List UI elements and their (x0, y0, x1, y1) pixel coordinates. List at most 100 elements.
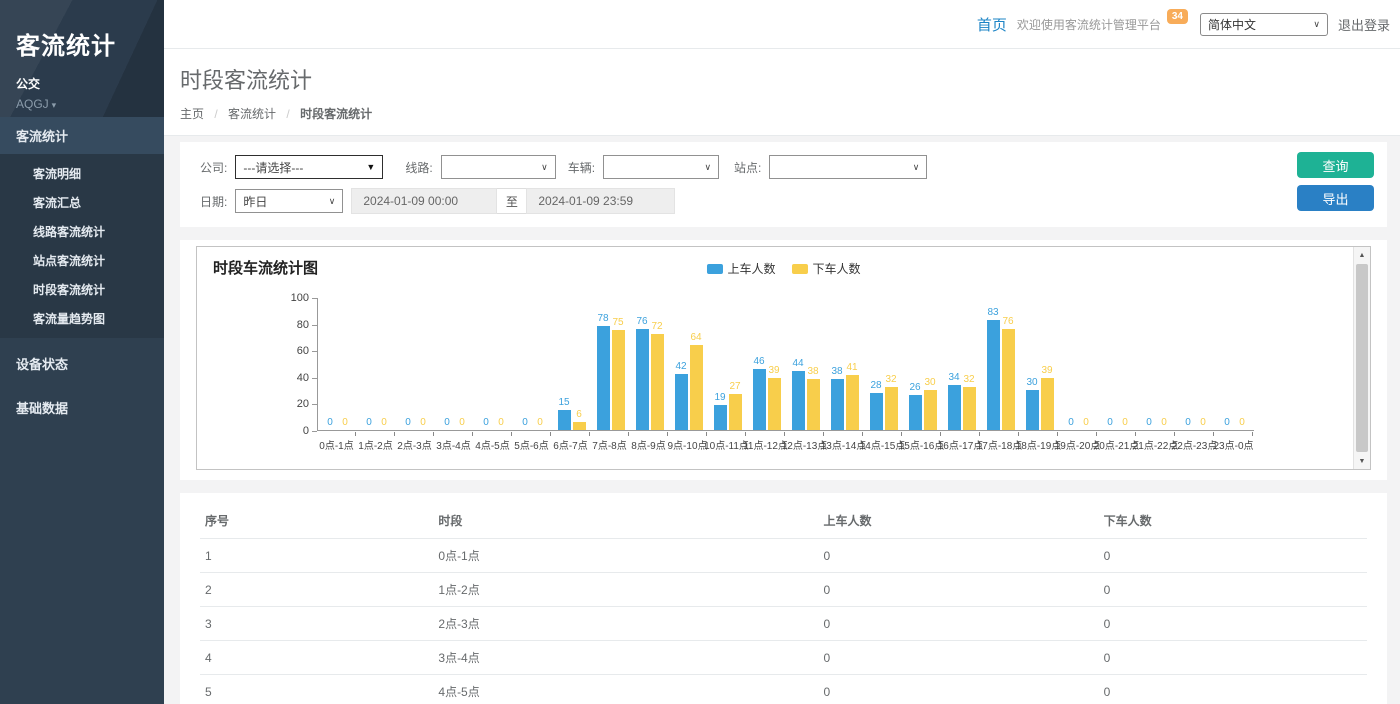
page-title: 时段客流统计 (180, 63, 1400, 95)
sidebar-section[interactable]: 客流统计 (0, 117, 164, 154)
scroll-up-arrow-icon[interactable]: ▲ (1354, 247, 1370, 263)
sidebar-subitem[interactable]: 客流量趋势图 (0, 304, 164, 333)
table-cell: 0 (1099, 675, 1367, 704)
table-row: 54点-5点00 (200, 675, 1367, 704)
x-axis-label: 0点-1点 (317, 437, 356, 452)
scroll-down-arrow-icon[interactable]: ▼ (1354, 453, 1370, 469)
chart-scrollbar[interactable]: ▲ ▼ (1353, 247, 1370, 469)
user-menu[interactable]: AQGJ▾ (16, 97, 148, 111)
vehicle-select[interactable]: ∨ (603, 155, 719, 179)
x-axis-label: 1点-2点 (356, 437, 395, 452)
notification-badge[interactable]: 34 (1167, 9, 1188, 24)
x-tick (902, 432, 941, 436)
bar: 39 (1041, 378, 1054, 430)
sidebar-subitem[interactable]: 时段客流统计 (0, 275, 164, 304)
topbar: 首页 欢迎使用客流统计管理平台 34 简体中文 ∨ 退出登录 (164, 0, 1400, 49)
legend-swatch-blue (706, 264, 722, 274)
language-select[interactable]: 简体中文 ∨ (1200, 13, 1328, 36)
breadcrumb-separator: / (214, 107, 217, 121)
sidebar-subitem[interactable]: 客流汇总 (0, 188, 164, 217)
table-header-row: 序号时段上车人数下车人数 (200, 503, 1367, 539)
table-cell: 0 (819, 607, 1099, 641)
bar-value-label: 72 (651, 321, 662, 332)
breadcrumb-section[interactable]: 客流统计 (228, 107, 276, 121)
sidebar-section[interactable]: 基础数据 (0, 389, 164, 426)
line-label: 线路: (405, 159, 432, 176)
date-to-input[interactable]: 2024-01-09 23:59 (526, 188, 675, 214)
table-header-cell: 序号 (200, 503, 433, 539)
bar-value-label: 0 (459, 417, 465, 428)
x-tick (629, 432, 668, 436)
user-name: AQGJ (16, 97, 49, 111)
station-label: 站点: (734, 159, 761, 176)
date-from-input[interactable]: 2024-01-09 00:00 (351, 188, 497, 214)
x-axis-label: 2点-3点 (395, 437, 434, 452)
bar: 42 (675, 374, 688, 430)
bar-value-label: 0 (420, 417, 426, 428)
bar-group: 156 (552, 298, 591, 430)
export-button[interactable]: 导出 (1297, 185, 1374, 211)
legend-item-boarding[interactable]: 上车人数 (706, 260, 775, 277)
bar-value-label: 32 (885, 374, 896, 385)
bar-value-label: 0 (327, 417, 333, 428)
x-axis-label: 23点-0点 (1214, 437, 1253, 452)
bar-value-label: 28 (870, 380, 881, 391)
bar-value-label: 64 (690, 332, 701, 343)
station-select[interactable]: ∨ (769, 155, 927, 179)
org-name: 公交 (16, 75, 148, 92)
x-tick (980, 432, 1019, 436)
table-cell: 0 (819, 539, 1099, 573)
chevron-down-icon: ∨ (913, 162, 920, 173)
table-cell: 0 (819, 573, 1099, 607)
filter-panel: 公司: ---请选择--- ▼ 线路: ∨ 车辆: ∨ 站点: (180, 142, 1387, 227)
table-header-cell: 下车人数 (1099, 503, 1367, 539)
bar-group: 00 (1137, 298, 1176, 430)
logout-link[interactable]: 退出登录 (1338, 15, 1390, 34)
bar: 27 (729, 394, 742, 430)
sidebar-subitem[interactable]: 客流明细 (0, 159, 164, 188)
home-link[interactable]: 首页 (977, 14, 1007, 35)
company-select[interactable]: ---请选择--- ▼ (235, 155, 383, 179)
legend-item-alighting[interactable]: 下车人数 (792, 260, 861, 277)
bar-group: 00 (396, 298, 435, 430)
bar: 46 (753, 369, 766, 430)
sidebar-subitem[interactable]: 线路客流统计 (0, 217, 164, 246)
x-tick (707, 432, 746, 436)
bar-group: 3432 (942, 298, 981, 430)
bar: 38 (831, 379, 844, 430)
bar-value-label: 0 (483, 417, 489, 428)
chart-box: 时段车流统计图 上车人数 下车人数 0000000000001567875767… (196, 246, 1371, 470)
x-axis-label: 3点-4点 (434, 437, 473, 452)
sidebar-subitem[interactable]: 站点客流统计 (0, 246, 164, 275)
query-button[interactable]: 查询 (1297, 152, 1374, 178)
sidebar: 客流统计 公交 AQGJ▾ 客流统计客流明细客流汇总线路客流统计站点客流统计时段… (0, 0, 164, 704)
filter-actions: 查询 导出 (1297, 152, 1374, 211)
bar-value-label: 0 (1122, 417, 1128, 428)
table-cell: 0 (1099, 641, 1367, 675)
sidebar-nav: 客流统计客流明细客流汇总线路客流统计站点客流统计时段客流统计客流量趋势图设备状态… (0, 117, 164, 426)
sidebar-section[interactable]: 设备状态 (0, 345, 164, 382)
bar-value-label: 0 (1200, 417, 1206, 428)
breadcrumb: 主页 / 客流统计 / 时段客流统计 (180, 105, 1400, 122)
bar-value-label: 27 (729, 381, 740, 392)
bar-group: 00 (435, 298, 474, 430)
bar: 28 (870, 393, 883, 430)
table-panel: 序号时段上车人数下车人数 10点-1点0021点-2点0032点-3点0043点… (180, 493, 1387, 704)
date-preset-select[interactable]: 昨日 ∨ (235, 189, 343, 213)
x-axis-label: 9点-10点 (668, 437, 707, 452)
bar-value-label: 44 (792, 358, 803, 369)
table-body: 10点-1点0021点-2点0032点-3点0043点-4点0054点-5点00… (200, 539, 1367, 704)
x-axis-label: 11点-12点 (746, 437, 785, 452)
bar: 39 (768, 378, 781, 430)
bar-group: 4639 (747, 298, 786, 430)
x-tick (356, 432, 395, 436)
chart-panel: 时段车流统计图 上车人数 下车人数 0000000000001567875767… (180, 240, 1387, 480)
scrollbar-thumb[interactable] (1356, 264, 1368, 452)
line-select[interactable]: ∨ (441, 155, 556, 179)
y-axis-tick (312, 351, 317, 352)
breadcrumb-home[interactable]: 主页 (180, 107, 204, 121)
bar-group: 7875 (591, 298, 630, 430)
bar: 32 (885, 387, 898, 430)
app-title: 客流统计 (16, 26, 148, 61)
bar-group: 00 (1176, 298, 1215, 430)
